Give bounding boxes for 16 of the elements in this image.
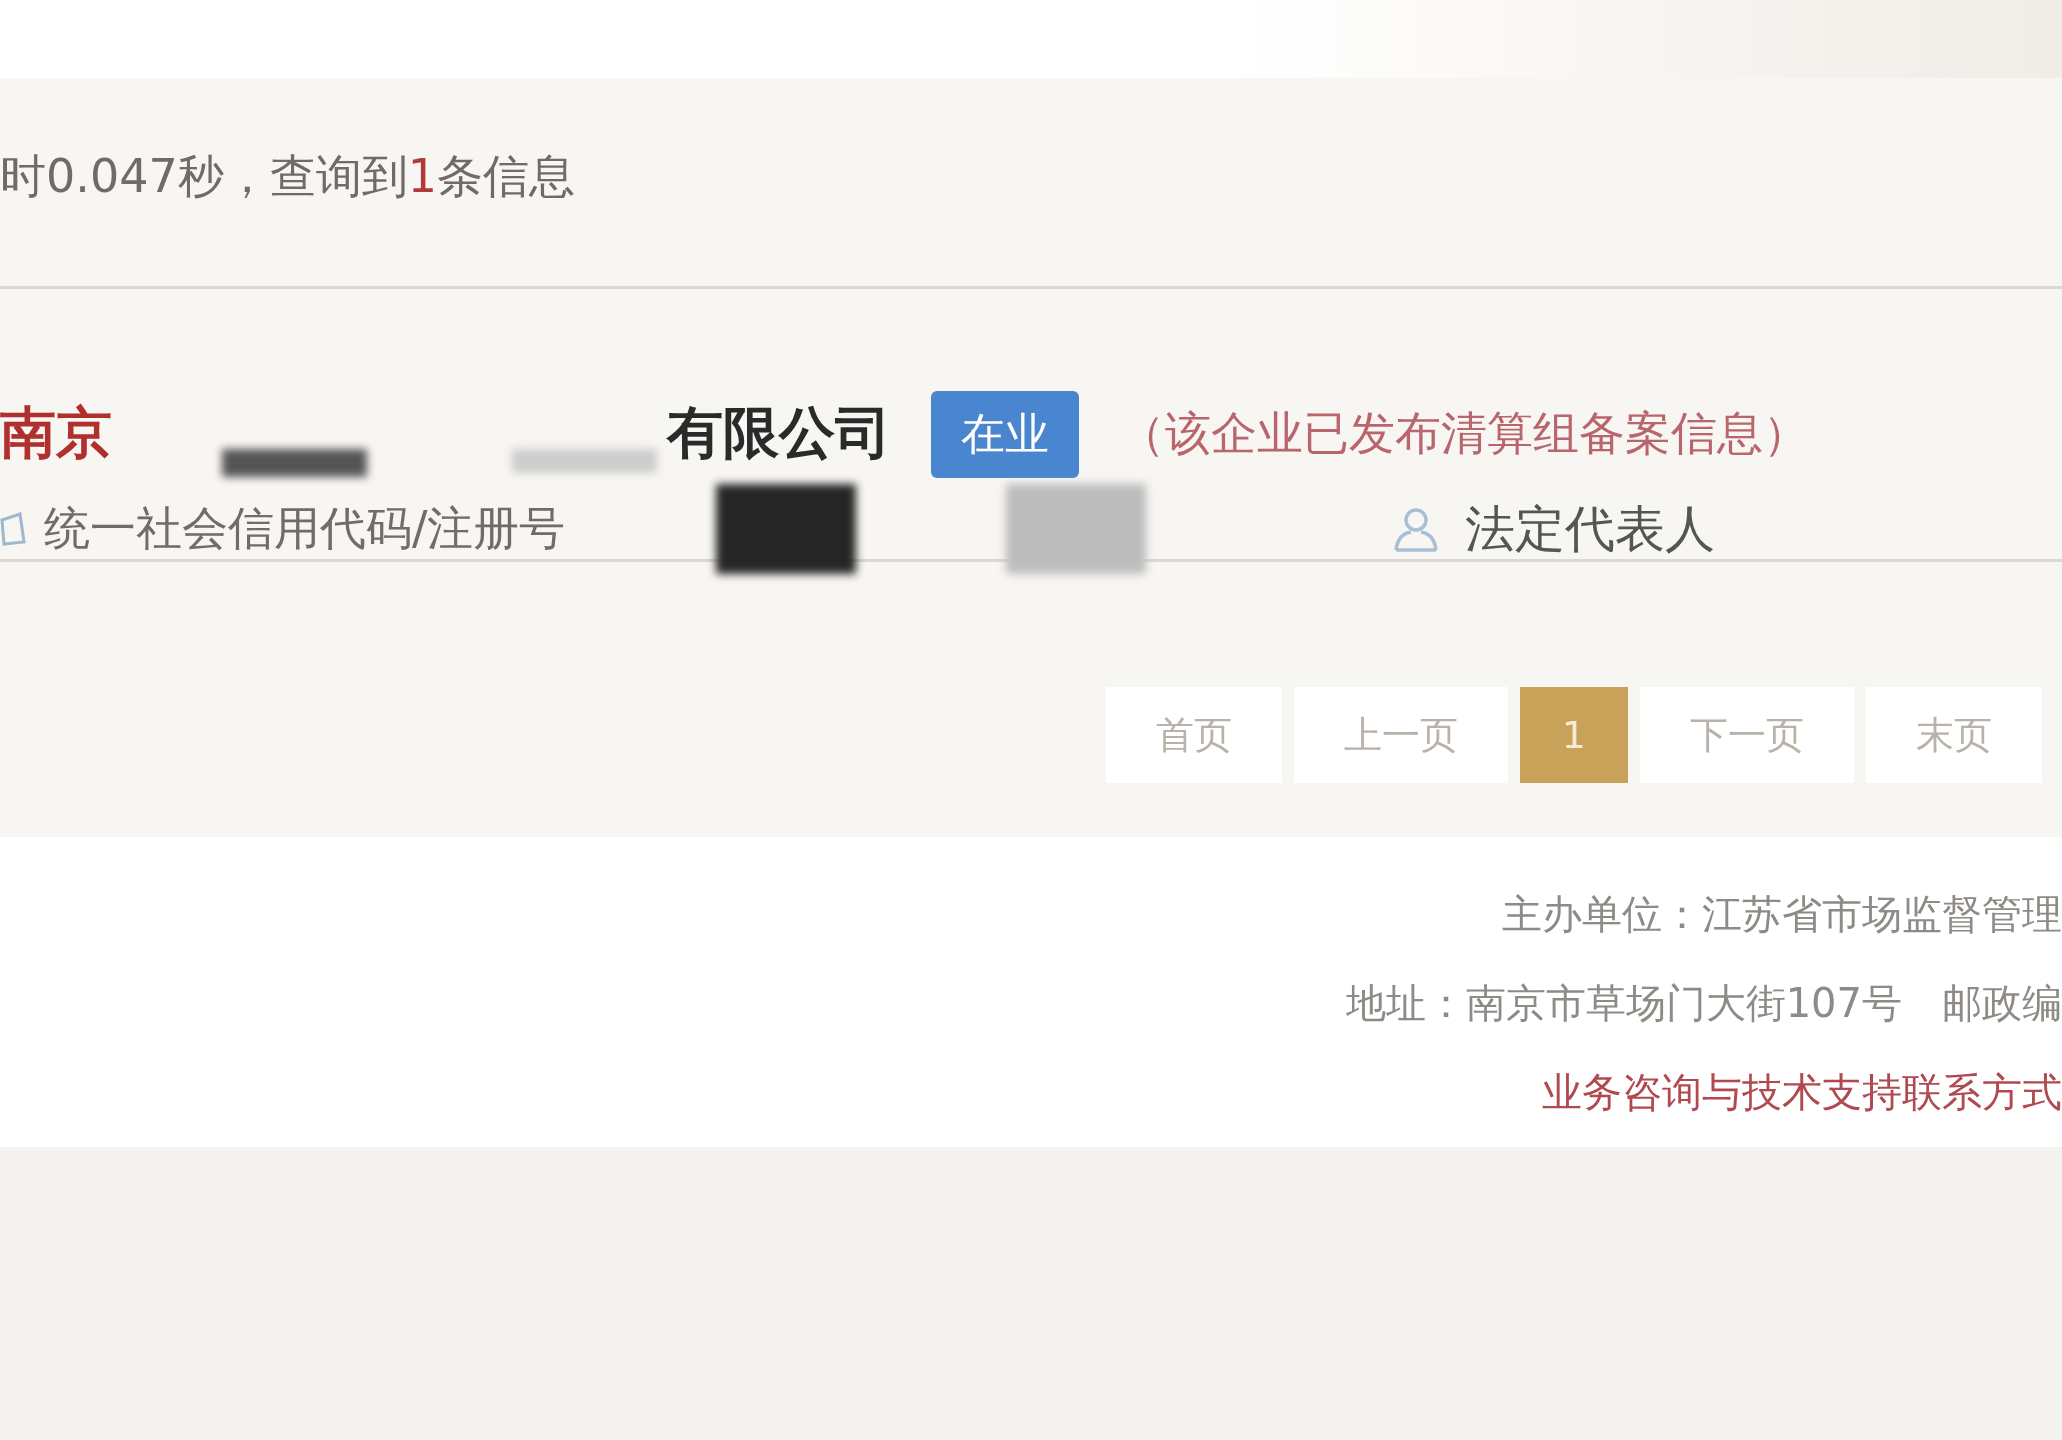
page-button[interactable]: 上一页: [1293, 687, 1508, 783]
page-button[interactable]: 末页: [1866, 687, 2042, 783]
status-badge: 在业: [931, 390, 1079, 478]
notice-text: （该企业已发布清算组备案信息）: [1119, 405, 1809, 462]
page-button[interactable]: 首页: [1105, 687, 1282, 783]
company-name[interactable]: 有限公司: [667, 396, 891, 472]
credit-code-label: 统一社会信用代码/注册号: [44, 500, 566, 557]
legal-representative-label: 法定代表人: [1464, 498, 1715, 560]
id-card-icon: [0, 512, 26, 546]
footer-text: 地址：南京市草场门大街107号 邮政编: [1345, 979, 2062, 1028]
page-button[interactable]: 1: [1519, 687, 1628, 783]
page-button[interactable]: 下一页: [1640, 687, 1854, 783]
company-name[interactable]: 南京: [0, 396, 112, 472]
result-summary: 时0.047秒，查询到1条信息: [0, 148, 575, 205]
footer-text: 主办单位：江苏省市场监督管理: [1502, 890, 2062, 939]
contact-link[interactable]: 业务咨询与技术支持联系方式: [1542, 1065, 2062, 1120]
